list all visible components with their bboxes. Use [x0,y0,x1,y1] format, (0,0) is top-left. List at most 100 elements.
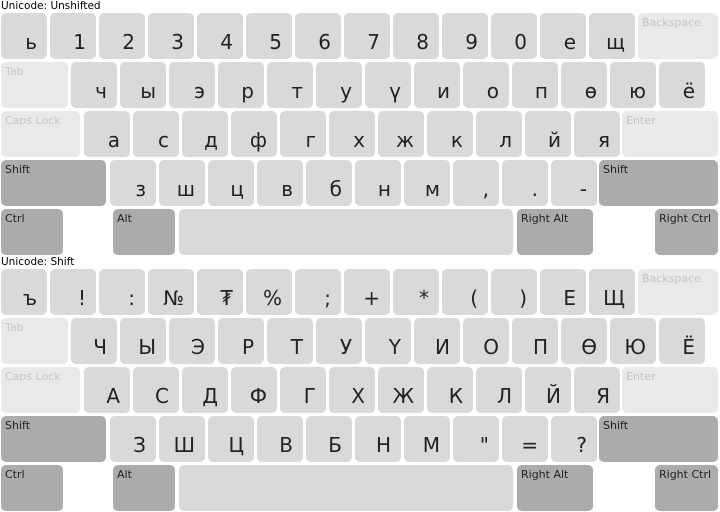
right-shift-key[interactable]: Shift [599,160,718,206]
key-char-6[interactable]: у [316,62,362,108]
key-char-3[interactable]: Э [169,318,215,364]
key-char-8[interactable]: 7 [344,13,390,59]
key-char-3[interactable]: : [99,269,145,315]
key-char-8[interactable]: " [453,416,499,462]
key-char-4[interactable]: № [148,269,194,315]
key-char-3[interactable]: Д [182,367,228,413]
key-char-5[interactable]: г [280,111,326,157]
key-char-5[interactable]: б [306,160,352,206]
tab-key[interactable]: Tab [1,62,68,108]
key-char-10[interactable]: ( [442,269,488,315]
key-char-5[interactable]: Б [306,416,352,462]
key-char-9[interactable]: О [463,318,509,364]
key-char-1[interactable]: З [110,416,156,462]
key-char-4[interactable]: ф [231,111,277,157]
key-char-7[interactable]: ; [295,269,341,315]
key-char-3[interactable]: д [182,111,228,157]
key-char-1[interactable]: ь [1,13,47,59]
key-char-6[interactable]: Х [329,367,375,413]
key-char-10[interactable]: ? [551,416,597,462]
key-char-7[interactable]: ү [365,62,411,108]
key-char-4[interactable]: 3 [148,13,194,59]
left-ctrl-key[interactable]: Ctrl [1,465,63,511]
key-char-9[interactable]: 8 [393,13,439,59]
key-char-5[interactable]: ₮ [197,269,243,315]
left-ctrl-key[interactable]: Ctrl [1,209,63,255]
key-char-5[interactable]: т [267,62,313,108]
key-char-5[interactable]: 4 [197,13,243,59]
key-char-3[interactable]: 2 [99,13,145,59]
key-char-8[interactable]: и [414,62,460,108]
key-char-10[interactable]: п [512,62,558,108]
key-char-11[interactable]: Я [574,367,620,413]
key-char-12[interactable]: Е [540,269,586,315]
key-char-5[interactable]: Т [267,318,313,364]
key-char-7[interactable]: М [404,416,450,462]
key-char-12[interactable]: е [540,13,586,59]
key-char-9[interactable]: = [502,416,548,462]
key-char-6[interactable]: х [329,111,375,157]
key-char-7[interactable]: 6 [295,13,341,59]
key-char-2[interactable]: С [133,367,179,413]
key-char-7[interactable]: Ж [378,367,424,413]
key-char-12[interactable]: Ю [610,318,656,364]
key-char-6[interactable]: % [246,269,292,315]
key-char-13[interactable]: щ [589,13,635,59]
right-ctrl-key[interactable]: Right Ctrl [655,465,718,511]
key-char-4[interactable]: В [257,416,303,462]
key-char-2[interactable]: ы [120,62,166,108]
key-char-2[interactable]: Ш [159,416,205,462]
left-shift-key[interactable]: Shift [1,160,106,206]
caps-lock-key[interactable]: Caps Lock [1,111,80,157]
left-alt-key[interactable]: Alt [113,209,175,255]
key-char-9[interactable]: . [502,160,548,206]
key-char-11[interactable]: Ө [561,318,607,364]
key-char-9[interactable]: о [463,62,509,108]
key-char-4[interactable]: Ф [231,367,277,413]
key-char-7[interactable]: Ү [365,318,411,364]
enter-key[interactable]: Enter [622,111,718,157]
key-char-1[interactable]: Ч [71,318,117,364]
key-char-6[interactable]: 5 [246,13,292,59]
right-alt-key[interactable]: Right Alt [517,465,593,511]
key-char-6[interactable]: У [316,318,362,364]
space-bar[interactable] [179,209,513,255]
key-char-6[interactable]: н [355,160,401,206]
key-char-2[interactable]: Ы [120,318,166,364]
backspace-key[interactable]: Backspace [638,269,718,315]
key-char-1[interactable]: а [84,111,130,157]
key-char-7[interactable]: ж [378,111,424,157]
right-alt-key[interactable]: Right Alt [517,209,593,255]
key-char-2[interactable]: ш [159,160,205,206]
key-char-8[interactable]: , [453,160,499,206]
right-shift-key[interactable]: Shift [599,416,718,462]
key-char-10[interactable]: Й [525,367,571,413]
key-char-10[interactable]: П [512,318,558,364]
key-char-11[interactable]: ) [491,269,537,315]
key-char-10[interactable]: й [525,111,571,157]
key-char-2[interactable]: ! [50,269,96,315]
key-char-3[interactable]: ц [208,160,254,206]
left-shift-key[interactable]: Shift [1,416,106,462]
key-char-13[interactable]: ё [659,62,705,108]
key-char-9[interactable]: Л [476,367,522,413]
key-char-1[interactable]: А [84,367,130,413]
key-char-6[interactable]: Н [355,416,401,462]
key-char-11[interactable]: 0 [491,13,537,59]
key-char-4[interactable]: р [218,62,264,108]
key-char-4[interactable]: Р [218,318,264,364]
key-char-4[interactable]: в [257,160,303,206]
key-char-13[interactable]: Ё [659,318,705,364]
key-char-8[interactable]: К [427,367,473,413]
space-bar[interactable] [179,465,513,511]
caps-lock-key[interactable]: Caps Lock [1,367,80,413]
key-char-11[interactable]: я [574,111,620,157]
key-char-5[interactable]: Г [280,367,326,413]
key-char-8[interactable]: И [414,318,460,364]
key-char-11[interactable]: ө [561,62,607,108]
tab-key[interactable]: Tab [1,318,68,364]
left-alt-key[interactable]: Alt [113,465,175,511]
key-char-3[interactable]: э [169,62,215,108]
key-char-3[interactable]: Ц [208,416,254,462]
key-char-9[interactable]: * [393,269,439,315]
